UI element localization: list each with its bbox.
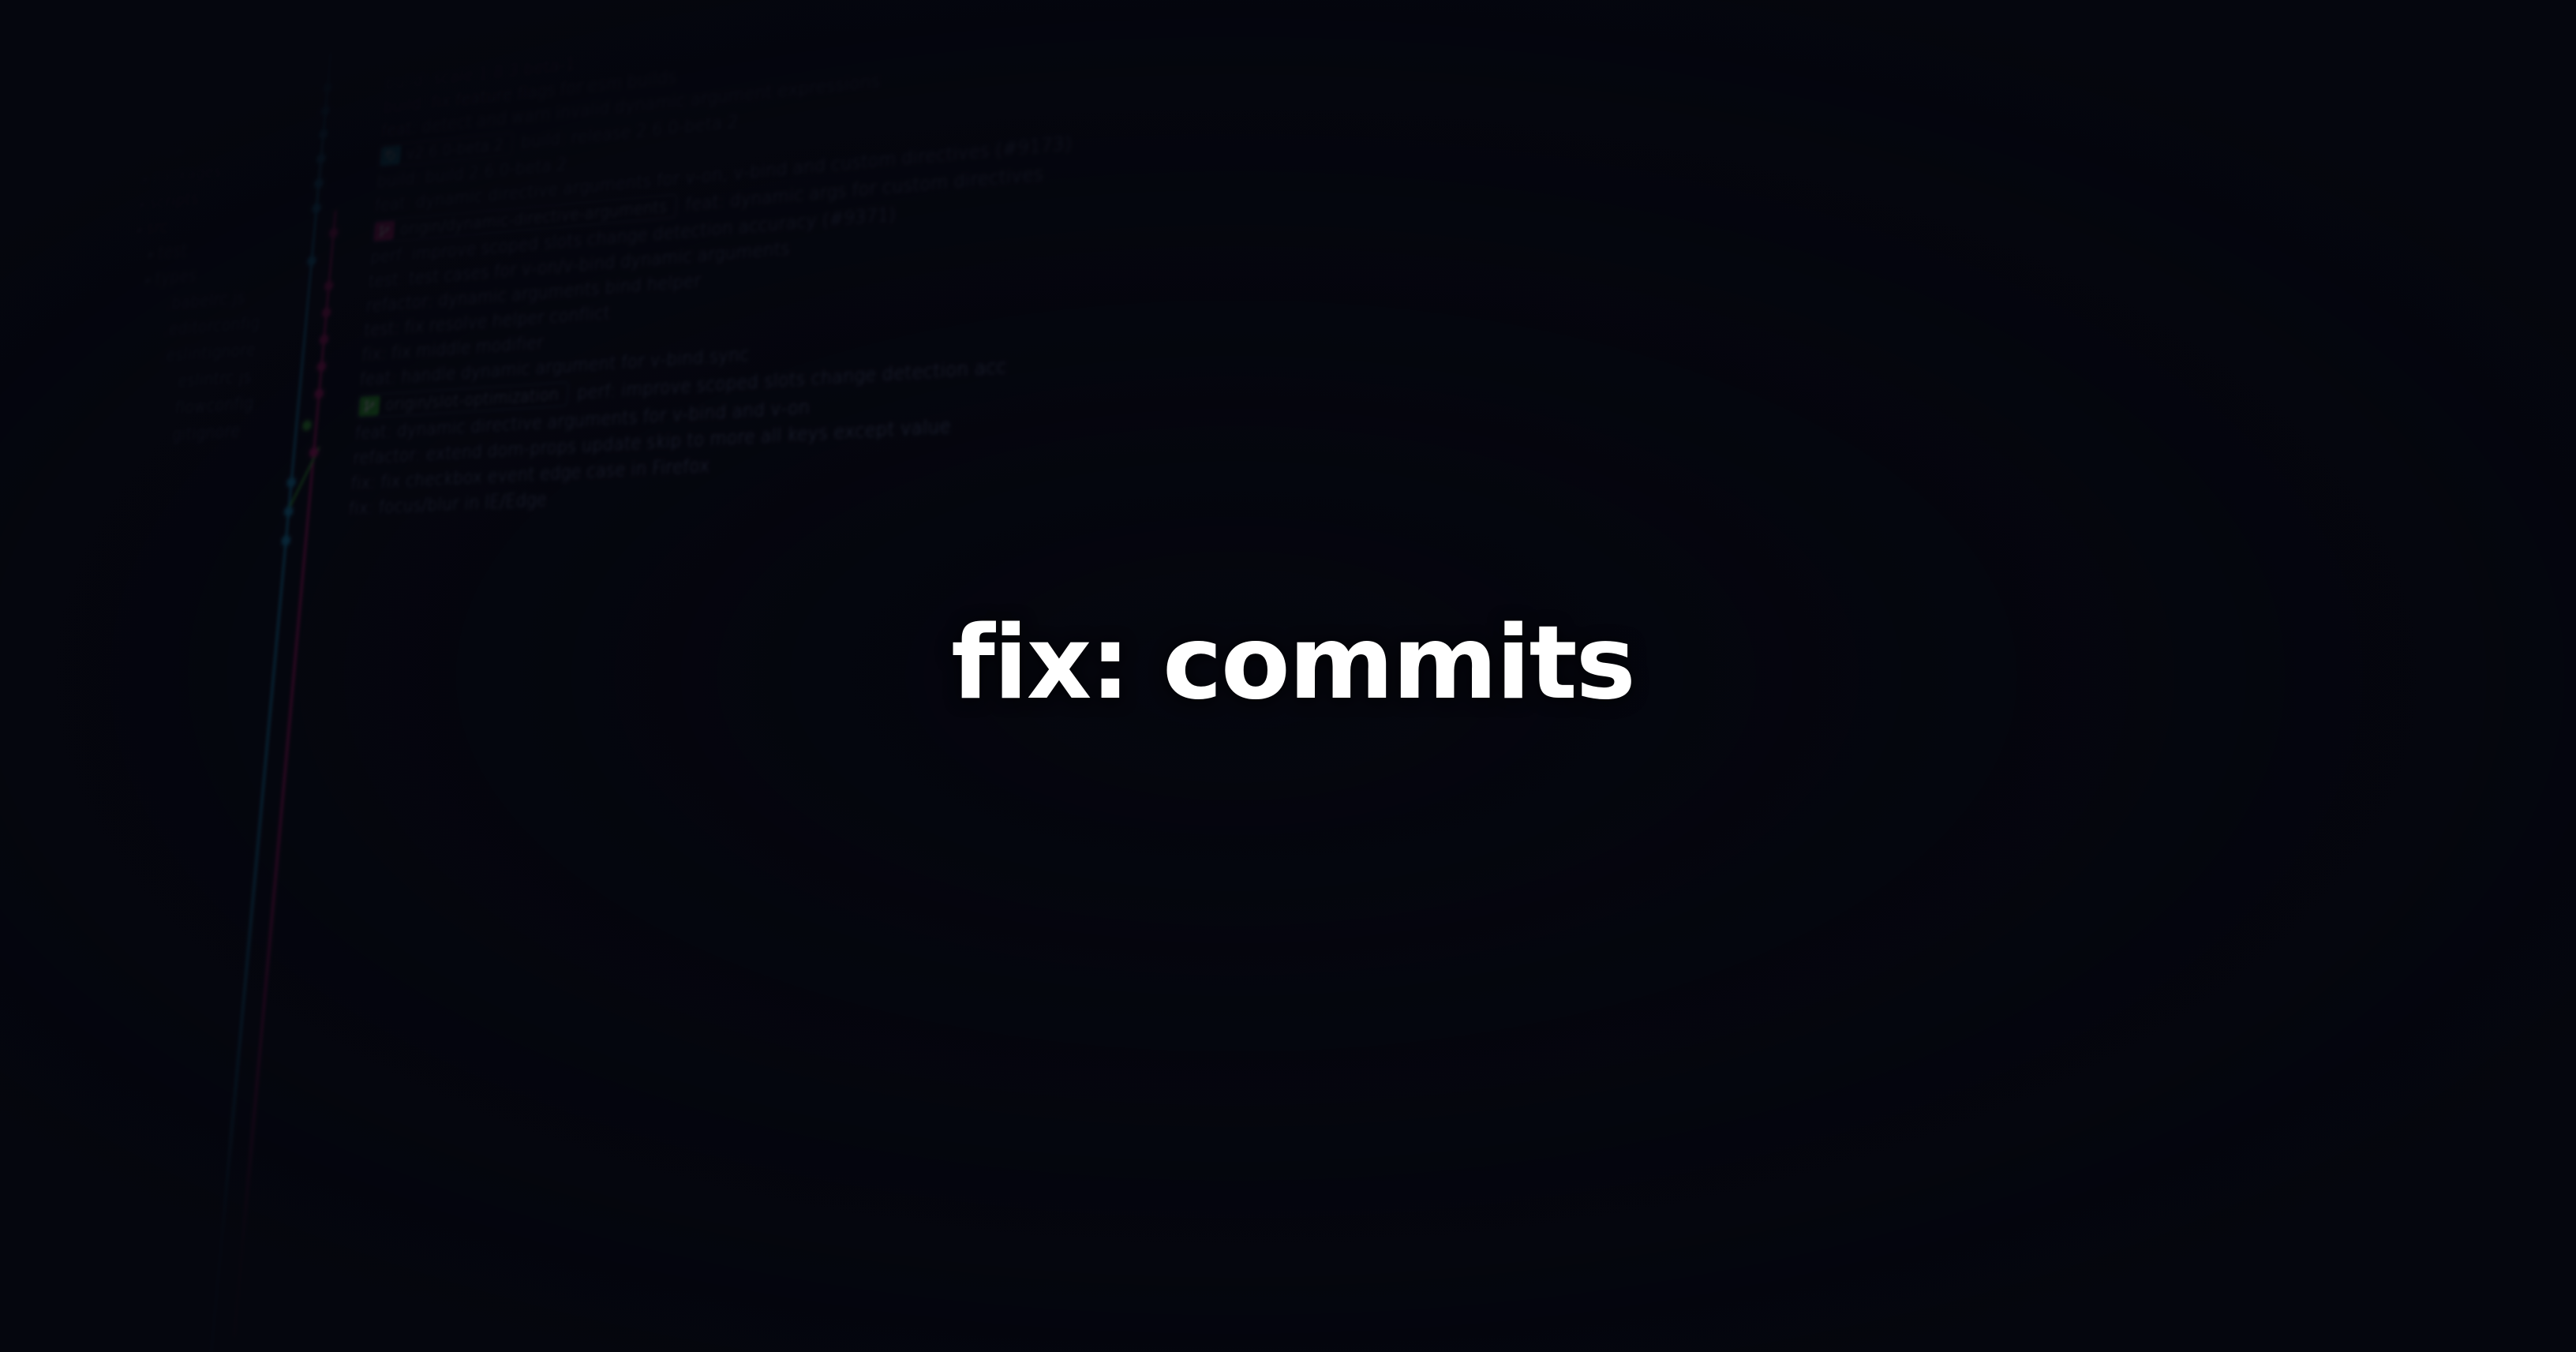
commit-node[interactable] xyxy=(287,478,296,487)
tree-item-label: types xyxy=(155,267,198,289)
chevron-right-icon xyxy=(144,137,156,138)
commit-node[interactable] xyxy=(307,257,316,266)
commit-node[interactable] xyxy=(315,179,324,189)
chevron-right-icon xyxy=(148,357,162,358)
chevron-right-icon xyxy=(145,122,158,124)
editor-canvas: ▸flow▸packages▸scripts▸src▸test▸types.ba… xyxy=(2,0,2576,1352)
tree-item-label: .eslintrc.js xyxy=(172,368,253,392)
commit-node[interactable] xyxy=(329,228,338,238)
commit-node[interactable] xyxy=(324,281,333,290)
tree-item-label: test xyxy=(157,242,188,262)
git-branch-icon xyxy=(374,221,395,242)
branch-tag-label: v2.6.0-beta.2 xyxy=(406,136,504,163)
chevron-right-icon xyxy=(144,129,157,131)
commit-node[interactable] xyxy=(313,204,321,213)
tree-item-label: packages xyxy=(152,163,223,188)
tree-item-label: .eslintignore xyxy=(160,341,256,366)
commit-node[interactable] xyxy=(317,361,326,371)
chevron-right-icon xyxy=(159,382,173,383)
tree-item-label: .babelrc.js xyxy=(166,289,246,313)
commit-node[interactable] xyxy=(316,154,325,163)
commit-node[interactable] xyxy=(284,507,293,516)
tree-item-label: scripts xyxy=(148,189,200,212)
commit-node[interactable] xyxy=(322,308,331,317)
chevron-right-icon xyxy=(157,409,170,410)
commit-node[interactable] xyxy=(319,129,328,139)
commit-node[interactable] xyxy=(321,107,330,116)
git-branch-icon xyxy=(358,396,380,417)
commit-node[interactable] xyxy=(324,83,332,92)
tag-icon xyxy=(380,145,402,166)
tree-item-label: .editorconfig xyxy=(163,314,261,340)
commit-node[interactable] xyxy=(282,536,290,545)
commit-node[interactable] xyxy=(302,421,311,430)
commit-node[interactable] xyxy=(309,448,318,457)
tree-item-label: .gitignore xyxy=(167,421,242,445)
commit-list: build: scale 1.8.3 beta-1build: fix feat… xyxy=(272,0,2576,1352)
tree-item-label: .flowconfig xyxy=(170,394,255,418)
commit-node[interactable] xyxy=(315,389,324,399)
commit-node[interactable] xyxy=(320,335,328,344)
tree-item-label: src xyxy=(146,218,170,238)
tree-item-label: flow xyxy=(154,140,186,162)
